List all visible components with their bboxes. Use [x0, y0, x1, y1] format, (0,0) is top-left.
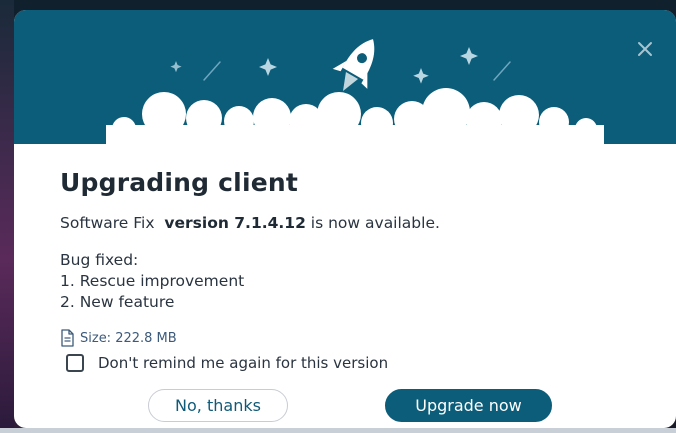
remind-option[interactable]: Don't remind me again for this version — [66, 354, 388, 372]
background-left-edge — [0, 0, 14, 433]
dont-remind-label[interactable]: Don't remind me again for this version — [98, 354, 388, 372]
close-button[interactable] — [632, 36, 658, 62]
product-name: Software Fix — [60, 214, 155, 232]
download-size-label: Size: 222.8 MB — [80, 330, 177, 346]
rocket-icon — [332, 39, 375, 92]
upgrade-now-button[interactable]: Upgrade now — [385, 389, 552, 422]
release-notes: Bug fixed: 1. Rescue improvement 2. New … — [60, 250, 244, 313]
version-label: version 7.1.4.12 — [164, 214, 306, 232]
banner-illustration — [106, 39, 604, 144]
dialog-title: Upgrading client — [60, 168, 299, 197]
close-icon — [638, 42, 652, 56]
clouds-decoration — [106, 88, 604, 144]
availability-suffix: is now available. — [310, 214, 440, 232]
release-notes-heading: Bug fixed: — [60, 251, 139, 269]
dont-remind-checkbox[interactable] — [66, 354, 84, 372]
dialog-banner — [14, 10, 676, 144]
release-note-item: 2. New feature — [60, 293, 175, 311]
upgrade-dialog: Upgrading client Software Fix version 7.… — [14, 10, 676, 428]
download-size: Size: 222.8 MB — [60, 328, 177, 348]
no-thanks-button[interactable]: No, thanks — [148, 389, 288, 422]
file-icon — [61, 329, 74, 347]
availability-text: Software Fix version 7.1.4.12 is now ava… — [60, 214, 440, 232]
release-note-item: 1. Rescue improvement — [60, 272, 245, 290]
background-bottom-edge — [0, 428, 676, 433]
